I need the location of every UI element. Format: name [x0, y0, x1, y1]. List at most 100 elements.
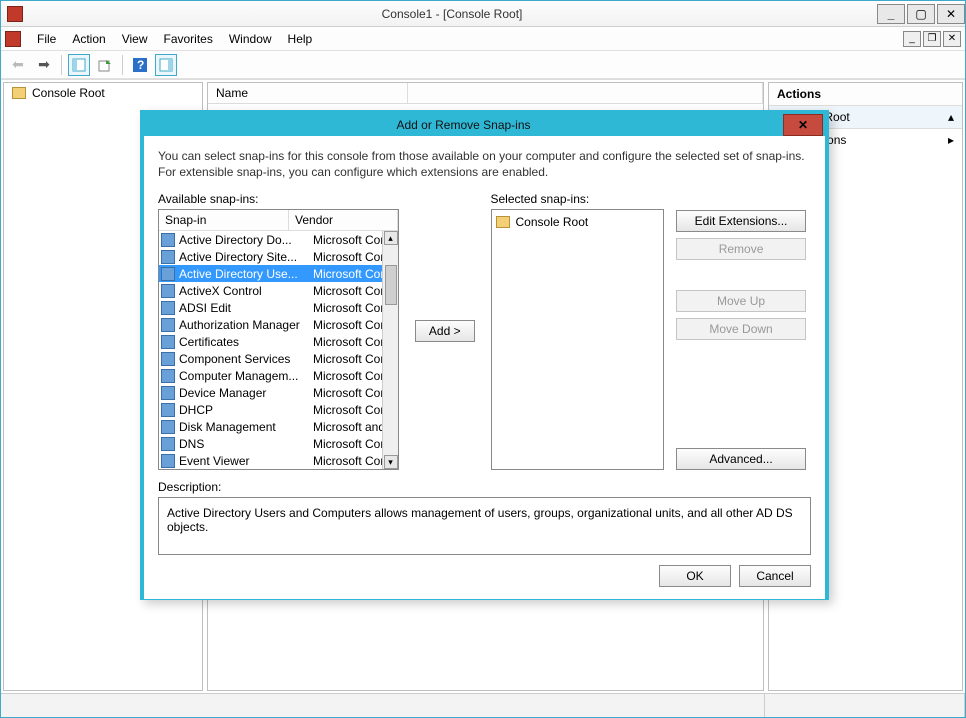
- ok-button[interactable]: OK: [659, 565, 731, 587]
- export-list-button[interactable]: [94, 54, 116, 76]
- minimize-button[interactable]: _: [877, 4, 905, 24]
- selected-root-label: Console Root: [516, 215, 589, 229]
- snapin-row[interactable]: Component ServicesMicrosoft Cor...: [159, 350, 398, 367]
- menu-window[interactable]: Window: [221, 30, 280, 48]
- snapin-icon: [161, 335, 175, 349]
- menu-file[interactable]: File: [29, 30, 64, 48]
- snapin-row[interactable]: DNSMicrosoft Cor...: [159, 435, 398, 452]
- col-header-snapin[interactable]: Snap-in: [159, 210, 289, 230]
- snapin-name: Active Directory Do...: [179, 233, 309, 247]
- actions-header: Actions: [769, 83, 962, 106]
- menu-favorites[interactable]: Favorites: [156, 30, 221, 48]
- snapin-icon: [161, 267, 175, 281]
- selected-snapins-list[interactable]: Console Root: [491, 209, 665, 470]
- menu-view[interactable]: View: [114, 30, 156, 48]
- remove-button[interactable]: Remove: [676, 238, 806, 260]
- column-header-name[interactable]: Name: [208, 83, 408, 103]
- snapin-name: Active Directory Site...: [179, 250, 309, 264]
- snapin-row[interactable]: Disk ManagementMicrosoft and...: [159, 418, 398, 435]
- dialog-intro-text: You can select snap-ins for this console…: [158, 148, 811, 180]
- chevron-right-icon: ▸: [948, 133, 954, 147]
- close-button[interactable]: ✕: [937, 4, 965, 24]
- snapin-row[interactable]: Event ViewerMicrosoft Cor...: [159, 452, 398, 469]
- snapin-row[interactable]: Computer Managem...Microsoft Cor...: [159, 367, 398, 384]
- svg-text:?: ?: [137, 58, 144, 72]
- description-box: Active Directory Users and Computers all…: [158, 497, 811, 555]
- snapin-icon: [161, 420, 175, 434]
- maximize-button[interactable]: ▢: [907, 4, 935, 24]
- snapin-icon: [161, 352, 175, 366]
- advanced-button[interactable]: Advanced...: [676, 448, 806, 470]
- snapin-row[interactable]: DHCPMicrosoft Cor...: [159, 401, 398, 418]
- help-button[interactable]: ?: [129, 54, 151, 76]
- snapin-name: Certificates: [179, 335, 309, 349]
- snapin-icon: [161, 250, 175, 264]
- snapin-icon: [161, 318, 175, 332]
- snapin-name: Event Viewer: [179, 454, 309, 468]
- mdi-close[interactable]: ✕: [943, 31, 961, 47]
- add-remove-snapins-dialog: Add or Remove Snap-ins ✕ You can select …: [140, 110, 829, 600]
- description-label: Description:: [158, 480, 811, 494]
- snapin-icon: [161, 454, 175, 468]
- back-button[interactable]: ⬅: [7, 54, 29, 76]
- snapin-row[interactable]: Active Directory Use...Microsoft Cor...: [159, 265, 398, 282]
- col-header-vendor[interactable]: Vendor: [289, 210, 398, 230]
- snapin-row[interactable]: Device ManagerMicrosoft Cor...: [159, 384, 398, 401]
- column-header-blank[interactable]: [408, 83, 763, 103]
- snapin-name: DNS: [179, 437, 309, 451]
- tree-root-label: Console Root: [32, 86, 105, 100]
- menu-action[interactable]: Action: [64, 30, 113, 48]
- snapin-icon: [161, 301, 175, 315]
- available-label: Available snap-ins:: [158, 192, 399, 206]
- mdi-restore[interactable]: ❐: [923, 31, 941, 47]
- edit-extensions-button[interactable]: Edit Extensions...: [676, 210, 806, 232]
- snapin-row[interactable]: Authorization ManagerMicrosoft Cor...: [159, 316, 398, 333]
- scroll-down-button[interactable]: ▾: [384, 455, 398, 469]
- forward-button[interactable]: ➡: [33, 54, 55, 76]
- snapin-icon: [161, 403, 175, 417]
- scrollbar[interactable]: ▴ ▾: [382, 231, 398, 469]
- add-button[interactable]: Add >: [415, 320, 475, 342]
- snapin-name: DHCP: [179, 403, 309, 417]
- move-up-button[interactable]: Move Up: [676, 290, 806, 312]
- folder-icon: [12, 87, 26, 99]
- snapin-icon: [161, 284, 175, 298]
- dialog-close-button[interactable]: ✕: [783, 114, 823, 136]
- cancel-button[interactable]: Cancel: [739, 565, 811, 587]
- snapin-name: Component Services: [179, 352, 309, 366]
- move-down-button[interactable]: Move Down: [676, 318, 806, 340]
- snapin-name: ActiveX Control: [179, 284, 309, 298]
- snapin-name: Computer Managem...: [179, 369, 309, 383]
- snapin-row[interactable]: ADSI EditMicrosoft Cor...: [159, 299, 398, 316]
- tree-root-item[interactable]: Console Root: [4, 83, 202, 103]
- mdi-icon: [5, 31, 21, 47]
- scroll-up-button[interactable]: ▴: [384, 231, 398, 245]
- available-snapins-list[interactable]: Snap-in Vendor Active Directory Do...Mic…: [158, 209, 399, 470]
- snapin-row[interactable]: ActiveX ControlMicrosoft Cor...: [159, 282, 398, 299]
- snapin-row[interactable]: Active Directory Site...Microsoft Cor...: [159, 248, 398, 265]
- selected-root-item[interactable]: Console Root: [496, 214, 660, 230]
- snapin-icon: [161, 233, 175, 247]
- snapin-name: Active Directory Use...: [179, 267, 309, 281]
- snapin-row[interactable]: CertificatesMicrosoft Cor...: [159, 333, 398, 350]
- show-hide-action-pane-button[interactable]: [155, 54, 177, 76]
- snapin-icon: [161, 386, 175, 400]
- mdi-minimize[interactable]: _: [903, 31, 921, 47]
- folder-icon: [496, 216, 510, 228]
- selected-label: Selected snap-ins:: [491, 192, 665, 206]
- snapin-icon: [161, 437, 175, 451]
- show-hide-tree-button[interactable]: [68, 54, 90, 76]
- toolbar: ⬅ ➡ ?: [1, 51, 965, 79]
- snapin-name: Device Manager: [179, 386, 309, 400]
- collapse-icon[interactable]: ▴: [948, 110, 954, 124]
- menu-help[interactable]: Help: [280, 30, 321, 48]
- scroll-thumb[interactable]: [385, 265, 397, 305]
- snapin-icon: [161, 369, 175, 383]
- dialog-title: Add or Remove Snap-ins: [144, 118, 783, 132]
- dialog-titlebar[interactable]: Add or Remove Snap-ins ✕: [144, 114, 825, 136]
- snapin-name: ADSI Edit: [179, 301, 309, 315]
- snapin-row[interactable]: Active Directory Do...Microsoft Cor...: [159, 231, 398, 248]
- titlebar[interactable]: Console1 - [Console Root] _ ▢ ✕: [1, 1, 965, 27]
- window-title: Console1 - [Console Root]: [29, 7, 875, 21]
- app-icon: [7, 6, 23, 22]
